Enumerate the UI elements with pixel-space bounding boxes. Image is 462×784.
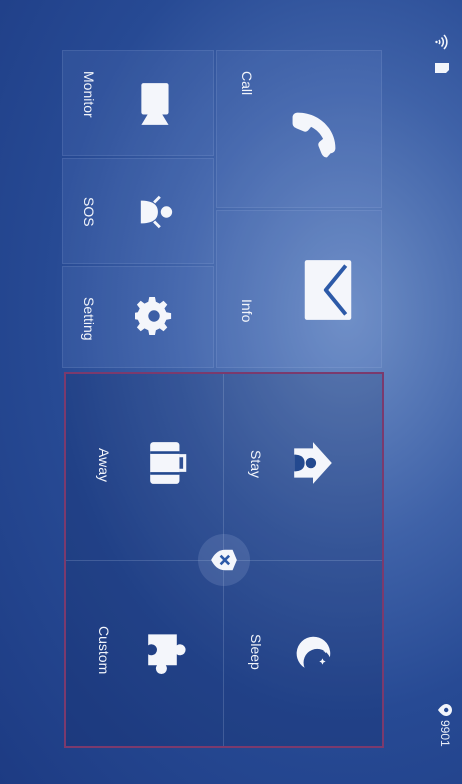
mode-away-label: Away (96, 448, 112, 482)
sos-person-icon (140, 195, 173, 229)
rotated-ui: 9901 Call Info Monitor SOS Setting Stay … (0, 0, 462, 784)
monitor-label: Monitor (81, 71, 97, 118)
status-bar: 9901 (422, 0, 462, 784)
room-number: 9901 (438, 720, 452, 747)
setting-label: Setting (81, 297, 97, 341)
mode-sleep-label: Sleep (248, 634, 264, 670)
arm-mode-panel: Stay Away Sleep Custom (64, 372, 384, 748)
phone-icon (292, 112, 336, 158)
info-label: Info (239, 299, 255, 323)
suitcase-icon (150, 442, 187, 484)
call-tile[interactable]: Call (216, 50, 382, 208)
intercom-screen: 9901 Call Info Monitor SOS Setting Stay … (0, 0, 462, 784)
location-pin-icon (438, 704, 452, 716)
camera-icon (141, 83, 169, 125)
sos-label: SOS (81, 197, 97, 227)
envelope-icon (304, 260, 352, 320)
setting-tile[interactable]: Setting (62, 266, 214, 368)
mode-custom-button[interactable]: Custom (72, 570, 218, 740)
info-tile[interactable]: Info (216, 210, 382, 368)
moon-icon (296, 636, 331, 668)
mode-stay-button[interactable]: Stay (226, 382, 374, 552)
mode-away-button[interactable]: Away (72, 382, 218, 552)
mode-custom-label: Custom (96, 626, 112, 675)
room-indicator: 9901 (438, 704, 452, 747)
status-icons (434, 34, 450, 76)
sos-tile[interactable]: SOS (62, 158, 214, 264)
home-person-icon (294, 442, 332, 484)
monitor-tile[interactable]: Monitor (62, 50, 214, 156)
wifi-icon (435, 34, 448, 50)
sim-card-icon (435, 63, 449, 73)
mode-sleep-button[interactable]: Sleep (226, 570, 374, 740)
mode-stay-label: Stay (248, 450, 264, 479)
puzzle-icon (148, 634, 186, 674)
call-label: Call (239, 71, 255, 96)
gear-icon (135, 297, 172, 335)
